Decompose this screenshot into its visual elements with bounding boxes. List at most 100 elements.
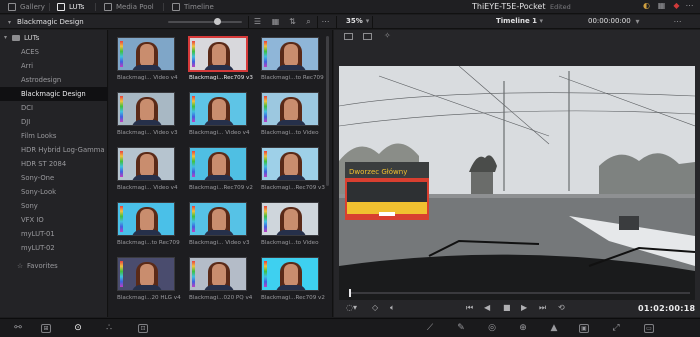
lut-caption: Blackmagi... Video v4	[189, 130, 250, 136]
lut-thumbnail[interactable]: Blackmagi... Video v3	[117, 92, 178, 136]
tree-item[interactable]: Sony-Look	[0, 185, 108, 199]
tree-item[interactable]: Astrodesign	[0, 73, 108, 87]
skip-to-start-icon[interactable]: ⏮︎	[466, 303, 473, 313]
stop-icon[interactable]: ■	[503, 303, 511, 312]
tree-item[interactable]: ACES	[0, 45, 108, 59]
tab-timeline[interactable]: Timeline	[172, 0, 214, 14]
more-icon[interactable]: ⋯	[684, 1, 695, 11]
lut-caption: Blackmagi...Rec709 v3	[261, 185, 325, 191]
highlight-tool-icon[interactable]: ✧	[384, 31, 391, 40]
lut-thumbnail[interactable]: Blackmagi... Video v4	[117, 147, 178, 191]
breadcrumb[interactable]: ▾ Blackmagic Design	[8, 18, 84, 26]
tab-media-pool-label: Media Pool	[116, 3, 154, 11]
tree-item[interactable]: myLUT-01	[0, 227, 108, 241]
lut-thumbnail[interactable]: Blackmagi...to Rec709	[261, 37, 324, 81]
thumbnail-size-slider[interactable]	[168, 21, 242, 23]
lut-thumbnail[interactable]: Blackmagi...20 HLG v4	[117, 257, 181, 301]
tab-gallery[interactable]: Gallery	[8, 0, 45, 14]
lut-preview-image	[261, 257, 319, 291]
layers-icon[interactable]: ◇	[372, 303, 378, 312]
3d-icon[interactable]: ▭	[644, 324, 654, 333]
tree-item[interactable]: Sony	[0, 199, 108, 213]
lut-preview-image	[117, 92, 175, 126]
breadcrumb-folder: Blackmagic Design	[17, 18, 84, 26]
list-view-icon[interactable]: ☰	[252, 17, 263, 27]
loop-icon[interactable]: ⟲	[558, 303, 565, 312]
tree-item[interactable]: HDR Hybrid Log-Gamma	[0, 143, 108, 157]
qualifier-icon[interactable]: ✎	[455, 323, 467, 334]
chevron-down-icon: ▾	[8, 18, 12, 26]
tree-item[interactable]: myLUT-02	[0, 241, 108, 255]
lut-caption: Blackmagi...to Rec709	[117, 240, 180, 246]
viewer-options-icon[interactable]: ◌▾	[346, 303, 357, 312]
curves-icon[interactable]: ⟋	[424, 323, 436, 334]
color-page-icon[interactable]: ⊙	[72, 323, 84, 334]
folder-icon	[12, 34, 20, 41]
lut-thumbnail[interactable]: Blackmagi... Video v4	[117, 37, 178, 81]
viewer-zoom-value: 35%	[346, 17, 363, 25]
window-icon[interactable]: ◎	[486, 323, 498, 334]
tree-item[interactable]: HDR ST 2084	[0, 157, 108, 171]
tree-item[interactable]: Arri	[0, 59, 108, 73]
lut-caption: Blackmagi...Rec709 v2	[261, 295, 325, 301]
lut-thumbnail[interactable]: Blackmagi...Rec709 v2	[261, 257, 325, 301]
lut-thumbnail[interactable]: Blackmagi...to Rec709	[117, 202, 180, 246]
tree-root-luts[interactable]: ▾ LUTs	[0, 30, 108, 45]
render-icon[interactable]: ▦	[656, 1, 667, 11]
lut-caption: Blackmagi...Rec709 v3	[189, 75, 253, 81]
color-palette-icon[interactable]: ◐	[641, 1, 652, 11]
cut-page-icon[interactable]: ⚯	[10, 323, 26, 334]
lut-thumbnail[interactable]: Blackmagi...Rec709 v2	[189, 147, 253, 191]
fusion-page-icon[interactable]: ∴	[103, 323, 115, 334]
lut-thumbnail[interactable]: Blackmagi...to Video	[261, 92, 321, 136]
tab-luts[interactable]: LUTs	[57, 0, 84, 14]
more-icon[interactable]: ⋯	[672, 17, 683, 27]
lut-preview-image	[189, 147, 247, 181]
lut-thumbnail[interactable]: Blackmagi...Rec709 v3	[261, 147, 325, 191]
search-icon[interactable]: ⌕	[303, 17, 314, 27]
viewer-zoom[interactable]: 35% ▾	[346, 17, 369, 25]
lut-thumbnail[interactable]: Blackmagi...Rec709 v3	[189, 37, 253, 81]
lut-thumbnail[interactable]: Blackmagi... Video v4	[189, 92, 250, 136]
slider-handle[interactable]	[214, 18, 221, 25]
playhead[interactable]	[349, 289, 351, 297]
chevron-down-icon: ▾	[4, 34, 8, 41]
tree-item[interactable]: Film Looks	[0, 129, 108, 143]
tree-item[interactable]: VFX IO	[0, 213, 108, 227]
timecode-display: 01:02:00:18	[638, 304, 696, 313]
grid-view-icon[interactable]: ▦	[270, 17, 281, 27]
tab-media-pool[interactable]: Media Pool	[104, 0, 154, 14]
project-state: Edited	[550, 3, 571, 11]
single-viewer-icon[interactable]	[344, 33, 353, 40]
lut-thumbnail[interactable]: Blackmagi...020 PQ v4	[189, 257, 252, 301]
options-icon[interactable]: ⋯	[320, 17, 331, 27]
skip-to-end-icon[interactable]: ⏭︎	[539, 303, 546, 313]
scrollbar[interactable]	[326, 36, 329, 186]
timeline-selector[interactable]: Timeline 1 ▾	[496, 17, 543, 25]
play-icon[interactable]: ▶	[521, 303, 527, 312]
lut-preview-image	[117, 202, 175, 236]
play-reverse-icon[interactable]: ◀	[484, 303, 490, 312]
blur-icon[interactable]: ▲	[548, 323, 560, 334]
split-viewer-icon[interactable]	[363, 33, 372, 40]
deliver-page-icon[interactable]: ⊡	[138, 324, 148, 333]
lut-thumbnail[interactable]: Blackmagi...to Video	[261, 202, 321, 246]
tree-item[interactable]: DJI	[0, 115, 108, 129]
tracker-icon[interactable]: ⊕	[517, 323, 529, 334]
tree-item-selected[interactable]: Blackmagic Design	[0, 87, 108, 101]
warning-icon[interactable]: ◆	[671, 1, 682, 11]
viewer-frame[interactable]: Dworzec Główny	[339, 66, 695, 300]
viewer-scrubber[interactable]	[350, 292, 690, 294]
lut-thumbnail[interactable]: Blackmagi... Video v3	[189, 202, 250, 246]
tab-timeline-label: Timeline	[184, 3, 214, 11]
tree-item[interactable]: DCI	[0, 101, 108, 115]
chevron-down-icon[interactable]: ▾	[632, 17, 643, 27]
edit-page-icon[interactable]: ⊞	[41, 324, 51, 333]
sort-icon[interactable]: ⇅	[287, 17, 298, 27]
tree-item[interactable]: Sony-One	[0, 171, 108, 185]
key-icon[interactable]: ▣	[579, 324, 589, 333]
sizing-icon[interactable]: ⤢	[610, 323, 622, 334]
favorites-item[interactable]: ☆ Favorites	[17, 259, 107, 273]
volume-icon[interactable]: 🔈︎	[390, 303, 395, 313]
transport-controls: ◌▾ ◇ 🔈︎ ⏮︎ ◀ ■ ▶ ⏭︎ ⟲ 01:02:00:18	[334, 301, 700, 317]
